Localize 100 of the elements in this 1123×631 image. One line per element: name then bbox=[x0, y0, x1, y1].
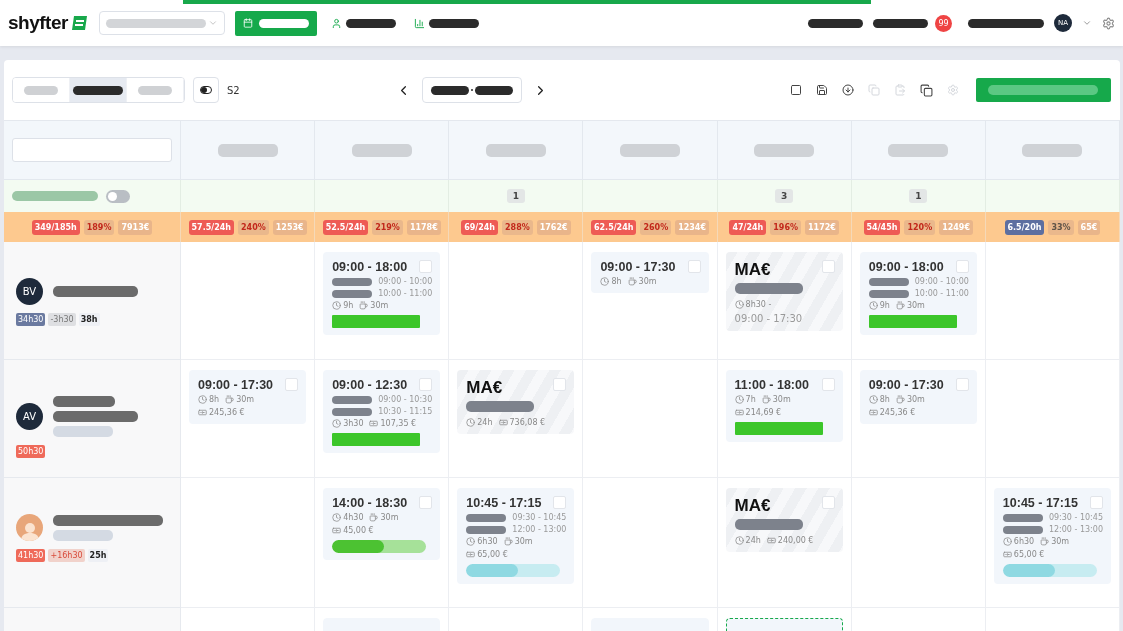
duration: 6h30 bbox=[466, 537, 498, 546]
redacted-text bbox=[1002, 513, 1043, 522]
checkbox[interactable] bbox=[419, 496, 433, 509]
checkbox[interactable] bbox=[285, 378, 299, 391]
day-cell[interactable] bbox=[985, 360, 1120, 478]
hours-badge: 349/185h bbox=[31, 219, 80, 235]
checkbox[interactable] bbox=[419, 378, 433, 391]
shift-card[interactable]: 09:00 - 18:00 09:00 - 10:00 10:00 - 11:00 9h 30m bbox=[323, 252, 441, 335]
toggle-button[interactable] bbox=[193, 77, 219, 103]
day-header bbox=[351, 143, 412, 157]
hours-badge: 54/45h bbox=[863, 219, 901, 235]
checkbox[interactable] bbox=[821, 260, 835, 273]
redacted-text bbox=[332, 395, 373, 404]
clock-icon bbox=[332, 513, 342, 522]
duration: 6h30 bbox=[1002, 537, 1035, 546]
hours-tag: +16h30 bbox=[48, 549, 85, 562]
hours-tag: 25h bbox=[87, 549, 109, 562]
shift-card[interactable]: 09:00 - 12:30 09:00 - 10:30 10:30 - 11:15 3h30 107,35 € bbox=[323, 370, 441, 453]
cost-badge: 1172€ bbox=[805, 219, 839, 235]
checkbox[interactable] bbox=[955, 260, 969, 273]
shift-card[interactable]: 09:00 - 17:30 8h 30m 245,36 € bbox=[189, 370, 307, 424]
checkbox[interactable] bbox=[419, 260, 433, 273]
duplicate-button[interactable] bbox=[917, 83, 936, 97]
clock-icon bbox=[466, 537, 476, 546]
user-icon bbox=[330, 17, 342, 29]
day-cell[interactable]: 11:00 - 18:00 7h 30m 214,69 € bbox=[717, 360, 852, 478]
copy-button[interactable] bbox=[865, 84, 883, 96]
shift-card[interactable]: 09:00 - 17:30 8h 30m bbox=[591, 252, 709, 293]
day-cell[interactable] bbox=[985, 242, 1120, 360]
absence-title: MA€ bbox=[466, 378, 503, 398]
clock-icon bbox=[466, 418, 476, 427]
toggle-switch[interactable] bbox=[106, 189, 130, 203]
shift-card[interactable]: 10:45 - 17:15 09:30 - 10:45 12:00 - 13:00 6h30 30m 65,00 € bbox=[993, 488, 1111, 584]
duration: 8h bbox=[198, 395, 220, 404]
shift-time: 09:00 - 17:30 bbox=[600, 260, 676, 274]
day-cell[interactable]: MA€ 24h 736,08 € bbox=[449, 360, 584, 478]
absence-card[interactable]: MA€ 24h 736,08 € bbox=[457, 370, 575, 434]
shift-card[interactable]: 11:00 - 18:00 7h 30m 214,69 € bbox=[725, 370, 843, 442]
calendar-button[interactable] bbox=[234, 10, 317, 36]
day-cell[interactable]: MA€ 24h 240,00 € bbox=[717, 478, 852, 608]
coffee-cup-icon bbox=[895, 301, 905, 310]
hours-tag: 34h30 bbox=[16, 313, 46, 326]
shift-card[interactable]: 14:00 - 18:30 4h30 30m 45,00 € bbox=[323, 488, 441, 560]
banknote-icon bbox=[198, 408, 207, 417]
chevron-down-icon bbox=[207, 18, 218, 28]
duration: 8h bbox=[868, 395, 890, 404]
percent-badge: 288% bbox=[502, 219, 533, 235]
redacted-text bbox=[868, 277, 909, 286]
save-icon bbox=[816, 84, 828, 96]
redacted-text bbox=[466, 513, 507, 522]
shift-card[interactable]: 09:00 - 17:30 8h 30m 245,36 € bbox=[859, 370, 977, 424]
download-button[interactable] bbox=[839, 84, 857, 96]
shift-card[interactable]: 09:00 - 18:00 09:00 - 10:00 10:00 - 11:00 9h 30m bbox=[859, 252, 977, 335]
day-cell[interactable]: MA€ 8h30 - 09:00 - 17:30 bbox=[717, 242, 852, 360]
day-cell[interactable]: 09:00 - 17:30 8h 30m bbox=[583, 242, 718, 360]
search-field[interactable] bbox=[12, 138, 172, 162]
day-header bbox=[888, 143, 949, 157]
shift-card[interactable]: 10:45 - 17:15 09:30 - 10:45 12:00 - 13:00 6h30 30m 65,00 € bbox=[457, 488, 575, 584]
checkbox[interactable] bbox=[687, 260, 701, 273]
day-cell[interactable]: 09:00 - 17:30 8h 30m 245,36 € bbox=[851, 360, 986, 478]
break-duration: 30m bbox=[895, 301, 925, 310]
break-duration: 30m bbox=[895, 395, 925, 404]
cost-badge: 1234€ bbox=[675, 219, 709, 235]
day-cell[interactable]: 09:00 - 18:00 09:00 - 10:00 10:00 - 11:00 9h 30m bbox=[851, 242, 986, 360]
task-time: 09:00 - 10:00 bbox=[378, 277, 433, 286]
day-cell[interactable]: 10:45 - 17:15 09:30 - 10:45 12:00 - 13:00 6h30 30m 65,00 € bbox=[985, 478, 1120, 608]
banknote-icon bbox=[766, 536, 776, 545]
week-label: S2 bbox=[227, 84, 240, 96]
checkbox[interactable] bbox=[1090, 496, 1103, 509]
checkbox[interactable] bbox=[553, 496, 567, 509]
checkbox[interactable] bbox=[553, 378, 567, 391]
banknote-icon bbox=[734, 408, 744, 417]
day-cell[interactable]: 09:00 - 18:00 09:00 - 10:00 10:00 - 11:00 9h 30m bbox=[315, 242, 450, 360]
day-cell[interactable]: 09:00 - 12:30 09:00 - 10:30 10:30 - 11:15 3h30 107,35 € bbox=[315, 360, 450, 478]
day-cell[interactable] bbox=[449, 242, 584, 360]
absence-card[interactable]: MA€ 24h 240,00 € bbox=[725, 488, 843, 552]
break-duration: 30m bbox=[1040, 537, 1070, 546]
hours-badge: 6.5/20h bbox=[1004, 219, 1045, 235]
redacted-text bbox=[466, 401, 535, 412]
clock-icon bbox=[734, 536, 744, 545]
redacted-text bbox=[868, 289, 909, 298]
task-time: 09:30 - 10:45 bbox=[512, 513, 567, 522]
day-cell[interactable] bbox=[181, 478, 316, 608]
date-range-field[interactable] bbox=[421, 77, 522, 103]
day-cell[interactable] bbox=[181, 242, 316, 360]
primary-button[interactable] bbox=[976, 78, 1111, 102]
duration: 3h30 bbox=[332, 419, 364, 428]
absence-card[interactable]: MA€ 8h30 - 09:00 - 17:30 bbox=[725, 252, 843, 331]
day-cell[interactable]: 09:00 - 17:30 8h 30m 245,36 € bbox=[181, 360, 316, 478]
checkbox[interactable] bbox=[955, 378, 969, 391]
cost: 245,36 € bbox=[868, 408, 916, 417]
checkbox[interactable] bbox=[821, 496, 835, 509]
day-cell[interactable]: 10:45 - 17:15 09:30 - 10:45 12:00 - 13:00 6h30 30m 65,00 € bbox=[449, 478, 584, 608]
banknote-icon bbox=[498, 418, 508, 427]
dropdown[interactable] bbox=[98, 11, 225, 35]
day-cell[interactable]: 14:00 - 18:30 4h30 30m 45,00 € bbox=[315, 478, 450, 608]
checkbox[interactable] bbox=[821, 378, 835, 391]
view-tab[interactable] bbox=[70, 78, 127, 102]
task-time: 09:00 - 10:00 bbox=[914, 277, 969, 286]
cost-badge: 1762€ bbox=[536, 219, 571, 235]
